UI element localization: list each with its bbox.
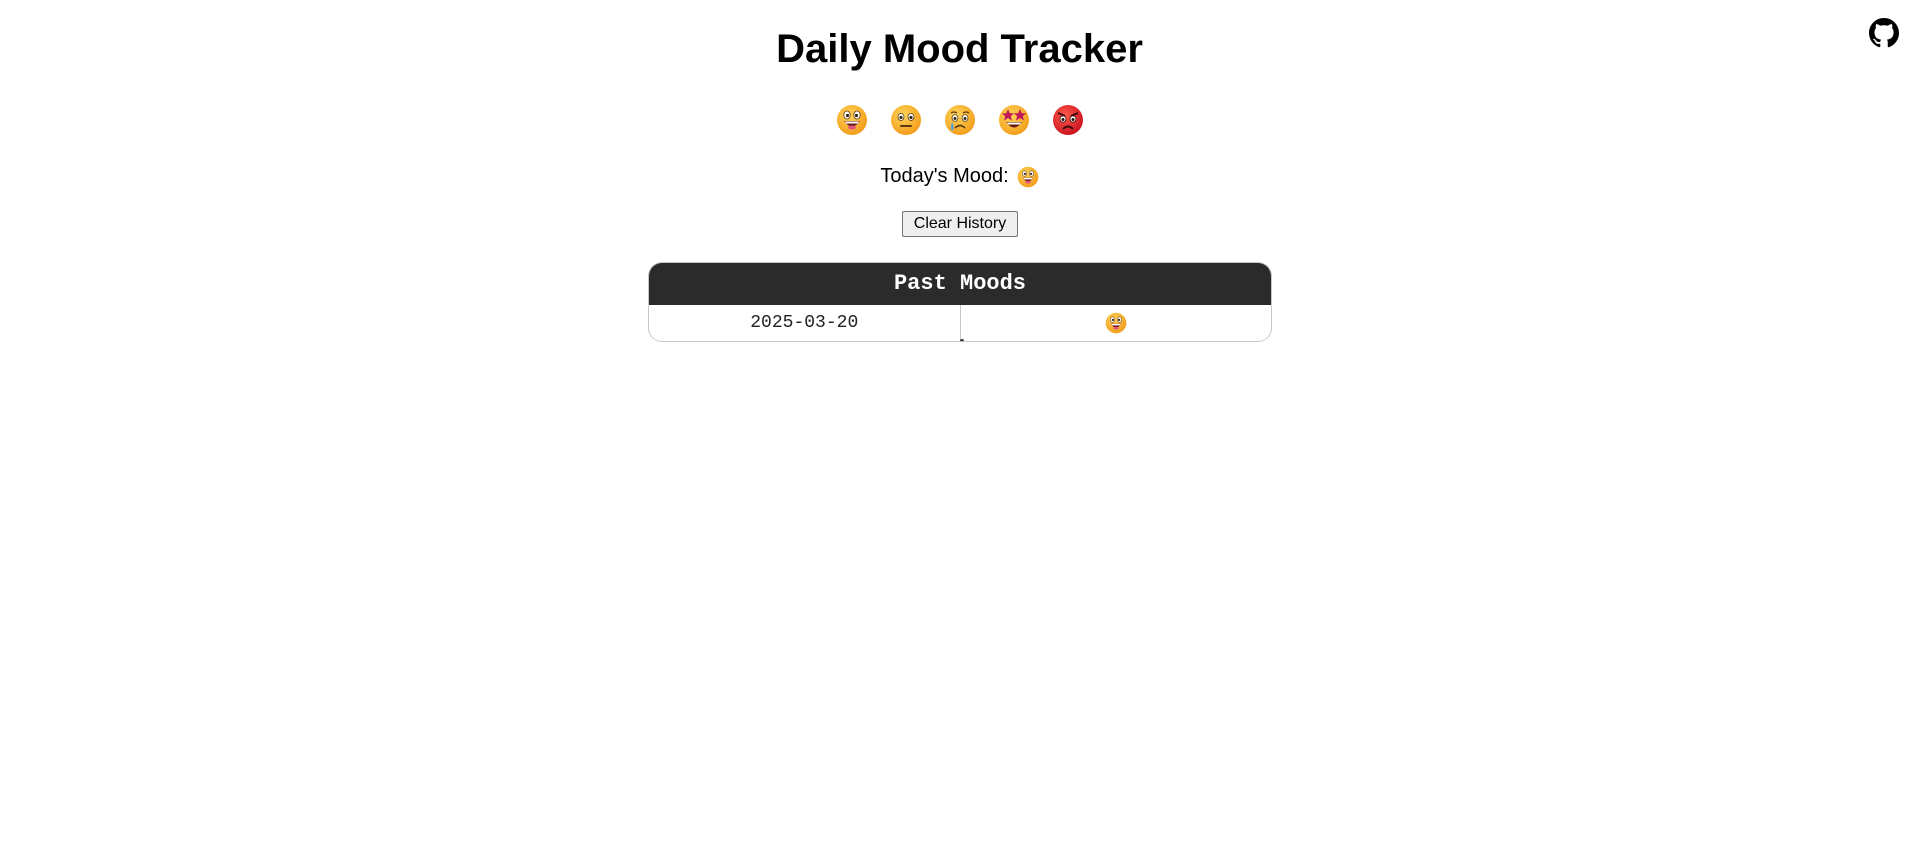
neutral-face-icon <box>890 105 921 135</box>
todays-mood: Today's Mood: <box>0 165 1919 188</box>
column-divider-handle <box>960 339 964 341</box>
angry-face-icon <box>1052 105 1083 135</box>
grinning-face-icon <box>1017 166 1038 187</box>
grinning-face-icon <box>836 105 867 135</box>
table-row: 2025-03-20 <box>649 305 1271 341</box>
mood-button-crying[interactable] <box>944 104 976 136</box>
grinning-face-icon <box>1105 312 1127 334</box>
past-moods-header: Past Moods <box>649 263 1271 305</box>
clear-history-button[interactable]: Clear History <box>902 211 1018 237</box>
mood-selector <box>0 104 1919 136</box>
mood-button-angry[interactable] <box>1052 104 1084 136</box>
past-moods-table: Past Moods 2025-03-20 <box>648 262 1272 342</box>
mood-emoji-cell <box>961 305 1272 341</box>
page-title: Daily Mood Tracker <box>776 27 1143 71</box>
todays-mood-label: Today's Mood: <box>880 165 1009 187</box>
mood-button-grinning[interactable] <box>836 104 868 136</box>
mood-button-star-struck[interactable] <box>998 104 1030 136</box>
star-struck-face-icon <box>998 105 1029 135</box>
crying-face-icon <box>944 105 975 135</box>
mood-date-cell: 2025-03-20 <box>649 305 961 341</box>
mood-button-neutral[interactable] <box>890 104 922 136</box>
